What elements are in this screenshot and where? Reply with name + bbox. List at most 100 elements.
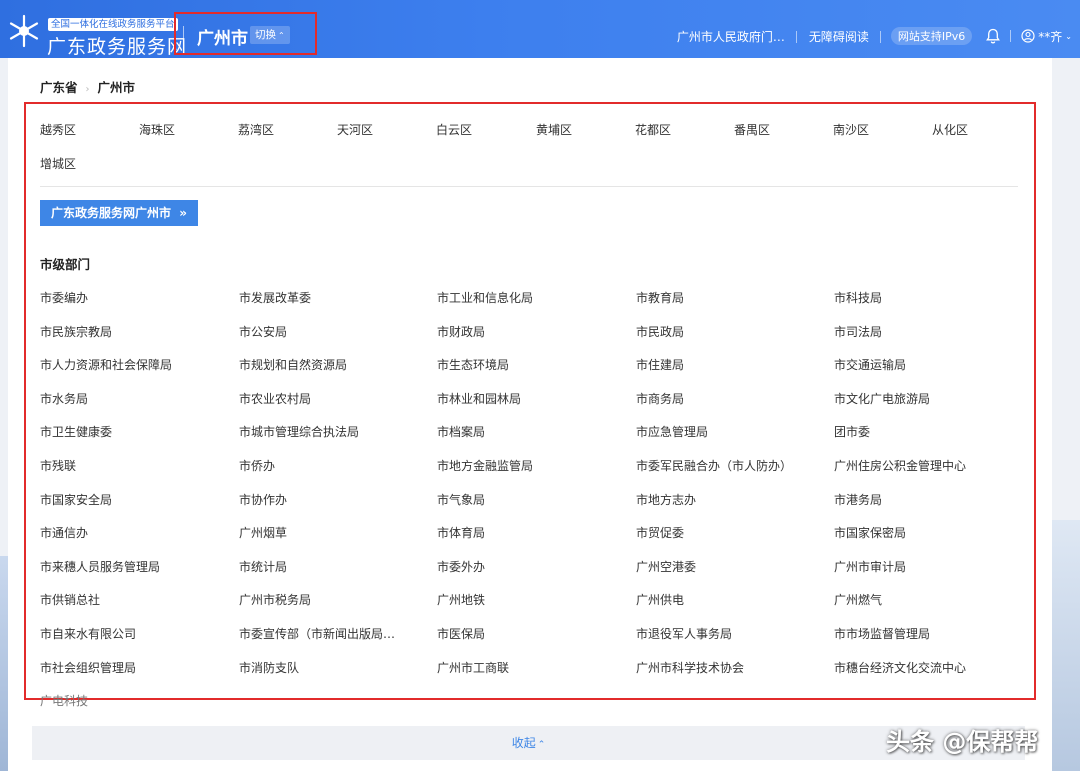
- department-link[interactable]: 市气象局: [437, 491, 485, 508]
- collapse-button[interactable]: 收起 ⌃: [32, 726, 1025, 760]
- department-link[interactable]: 市侨办: [239, 457, 275, 474]
- department-link[interactable]: 市委宣传部（市新闻出版局…: [239, 625, 395, 642]
- department-link[interactable]: 广州地铁: [437, 591, 485, 608]
- city-portal-button[interactable]: 广东政务服务网广州市 »: [40, 200, 198, 226]
- department-link[interactable]: 团市委: [834, 423, 870, 440]
- ipv6-badge: 网站支持IPv6: [890, 27, 973, 45]
- district-link[interactable]: 荔湾区: [238, 121, 274, 138]
- department-link[interactable]: 市穗台经济文化交流中心: [834, 659, 966, 676]
- logo-subtitle: 全国一体化在线政务服务平台: [48, 18, 178, 31]
- department-link[interactable]: 市卫生健康委: [40, 423, 112, 440]
- top-header: 全国一体化在线政务服务平台 广东政务服务网 广州市 切换 ⌃ 广州市人民政府门… …: [0, 0, 1080, 58]
- chevron-down-icon[interactable]: ⌄: [1065, 32, 1072, 41]
- department-link[interactable]: 市城市管理综合执法局: [239, 423, 359, 440]
- bell-icon[interactable]: [986, 28, 1001, 44]
- district-link[interactable]: 海珠区: [139, 121, 175, 138]
- department-link[interactable]: 市规划和自然资源局: [239, 356, 347, 373]
- district-link[interactable]: 增城区: [40, 155, 76, 172]
- department-link[interactable]: 市社会组织管理局: [40, 659, 136, 676]
- department-link[interactable]: 市工业和信息化局: [437, 289, 533, 306]
- department-link[interactable]: 市人力资源和社会保障局: [40, 356, 172, 373]
- department-link[interactable]: 市公安局: [239, 323, 287, 340]
- department-link[interactable]: 市贸促委: [636, 524, 684, 541]
- department-link[interactable]: 市交通运输局: [834, 356, 906, 373]
- department-link[interactable]: 市医保局: [437, 625, 485, 642]
- double-chevron-right-icon: »: [179, 206, 187, 220]
- department-link[interactable]: 市地方志办: [636, 491, 696, 508]
- logo-title[interactable]: 广东政务服务网: [47, 32, 187, 59]
- department-link[interactable]: 市供销总社: [40, 591, 100, 608]
- department-link[interactable]: 市科技局: [834, 289, 882, 306]
- department-link[interactable]: 市国家保密局: [834, 524, 906, 541]
- gov-portal-link[interactable]: 广州市人民政府门…: [665, 28, 797, 45]
- department-link[interactable]: 市生态环境局: [437, 356, 509, 373]
- city-dropdown-panel: 广东省 › 广州市 越秀区 海珠区 荔湾区 天河区 白云区 黄埔区 花都区 番禺区 南沙区 从化区增城…: [8, 58, 1052, 771]
- department-link[interactable]: 广州供电: [636, 591, 684, 608]
- department-link[interactable]: 市国家安全局: [40, 491, 112, 508]
- department-link[interactable]: 市通信办: [40, 524, 88, 541]
- department-link[interactable]: 市市场监督管理局: [834, 625, 930, 642]
- breadcrumb-province[interactable]: 广东省: [40, 80, 78, 95]
- section-divider: [40, 186, 1018, 187]
- district-link[interactable]: 黄埔区: [536, 121, 572, 138]
- department-link[interactable]: 市教育局: [636, 289, 684, 306]
- department-link[interactable]: 市财政局: [437, 323, 485, 340]
- district-link[interactable]: 南沙区: [833, 121, 869, 138]
- department-link[interactable]: 广州市科学技术协会: [636, 659, 744, 676]
- breadcrumb-city[interactable]: 广州市: [98, 80, 136, 95]
- department-link[interactable]: 市档案局: [437, 423, 485, 440]
- district-link[interactable]: 白云区: [436, 121, 472, 138]
- department-link[interactable]: 市水务局: [40, 390, 88, 407]
- department-link[interactable]: 广州空港委: [636, 558, 696, 575]
- district-link[interactable]: 番禺区: [734, 121, 770, 138]
- department-link[interactable]: 市商务局: [636, 390, 684, 407]
- user-circle-icon[interactable]: [1021, 29, 1035, 43]
- department-link[interactable]: 广州住房公积金管理中心: [834, 457, 966, 474]
- department-link[interactable]: 市统计局: [239, 558, 287, 575]
- collapse-label: 收起: [511, 736, 536, 750]
- department-link[interactable]: 市地方金融监管局: [437, 457, 533, 474]
- district-link[interactable]: 天河区: [337, 121, 373, 138]
- section-title: 市级部门: [40, 257, 91, 272]
- background-decoration: [0, 556, 8, 771]
- department-link[interactable]: 市退役军人事务局: [636, 625, 732, 642]
- department-link[interactable]: 市文化广电旅游局: [834, 390, 930, 407]
- department-link[interactable]: 市委编办: [40, 289, 88, 306]
- department-link[interactable]: 市委军民融合办（市人防办）: [636, 457, 792, 474]
- department-link[interactable]: 市消防支队: [239, 659, 299, 676]
- department-link[interactable]: 广州市审计局: [834, 558, 906, 575]
- department-link[interactable]: 市来穗人员服务管理局: [40, 558, 160, 575]
- department-link[interactable]: 市残联: [40, 457, 76, 474]
- department-link[interactable]: 市自来水有限公司: [40, 625, 136, 642]
- department-link[interactable]: 市发展改革委: [239, 289, 311, 306]
- department-link[interactable]: 广电科技: [40, 692, 88, 709]
- chevron-up-icon: ⌃: [537, 740, 546, 750]
- department-link[interactable]: 市住建局: [636, 356, 684, 373]
- department-link[interactable]: 市民族宗教局: [40, 323, 112, 340]
- user-name[interactable]: **齐: [1038, 28, 1062, 45]
- department-link[interactable]: 市司法局: [834, 323, 882, 340]
- department-link[interactable]: 市委外办: [437, 558, 485, 575]
- department-link[interactable]: 广州燃气: [834, 591, 882, 608]
- department-link[interactable]: 广州市工商联: [437, 659, 509, 676]
- header-links: 广州市人民政府门… 无障碍阅读 网站支持IPv6 **齐 ⌄: [665, 27, 1072, 45]
- department-link[interactable]: 广州市税务局: [239, 591, 311, 608]
- district-link[interactable]: 从化区: [932, 121, 968, 138]
- district-link[interactable]: 花都区: [635, 121, 671, 138]
- department-link[interactable]: 市农业农村局: [239, 390, 311, 407]
- department-link[interactable]: 市林业和园林局: [437, 390, 521, 407]
- background-decoration: [1052, 520, 1080, 771]
- department-link[interactable]: 广州烟草: [239, 524, 287, 541]
- department-link[interactable]: 市协作办: [239, 491, 287, 508]
- accessibility-link[interactable]: 无障碍阅读: [797, 28, 881, 45]
- snowflake-star-icon: [9, 14, 39, 48]
- department-link[interactable]: 市民政局: [636, 323, 684, 340]
- city-portal-label: 广东政务服务网广州市: [51, 206, 172, 220]
- breadcrumb: 广东省 › 广州市: [40, 77, 135, 96]
- district-link[interactable]: 越秀区: [40, 121, 76, 138]
- department-link[interactable]: 市港务局: [834, 491, 882, 508]
- department-link[interactable]: 市体育局: [437, 524, 485, 541]
- department-link[interactable]: 市应急管理局: [636, 423, 708, 440]
- header-divider: [1010, 30, 1012, 42]
- chevron-right-icon: ›: [85, 84, 90, 95]
